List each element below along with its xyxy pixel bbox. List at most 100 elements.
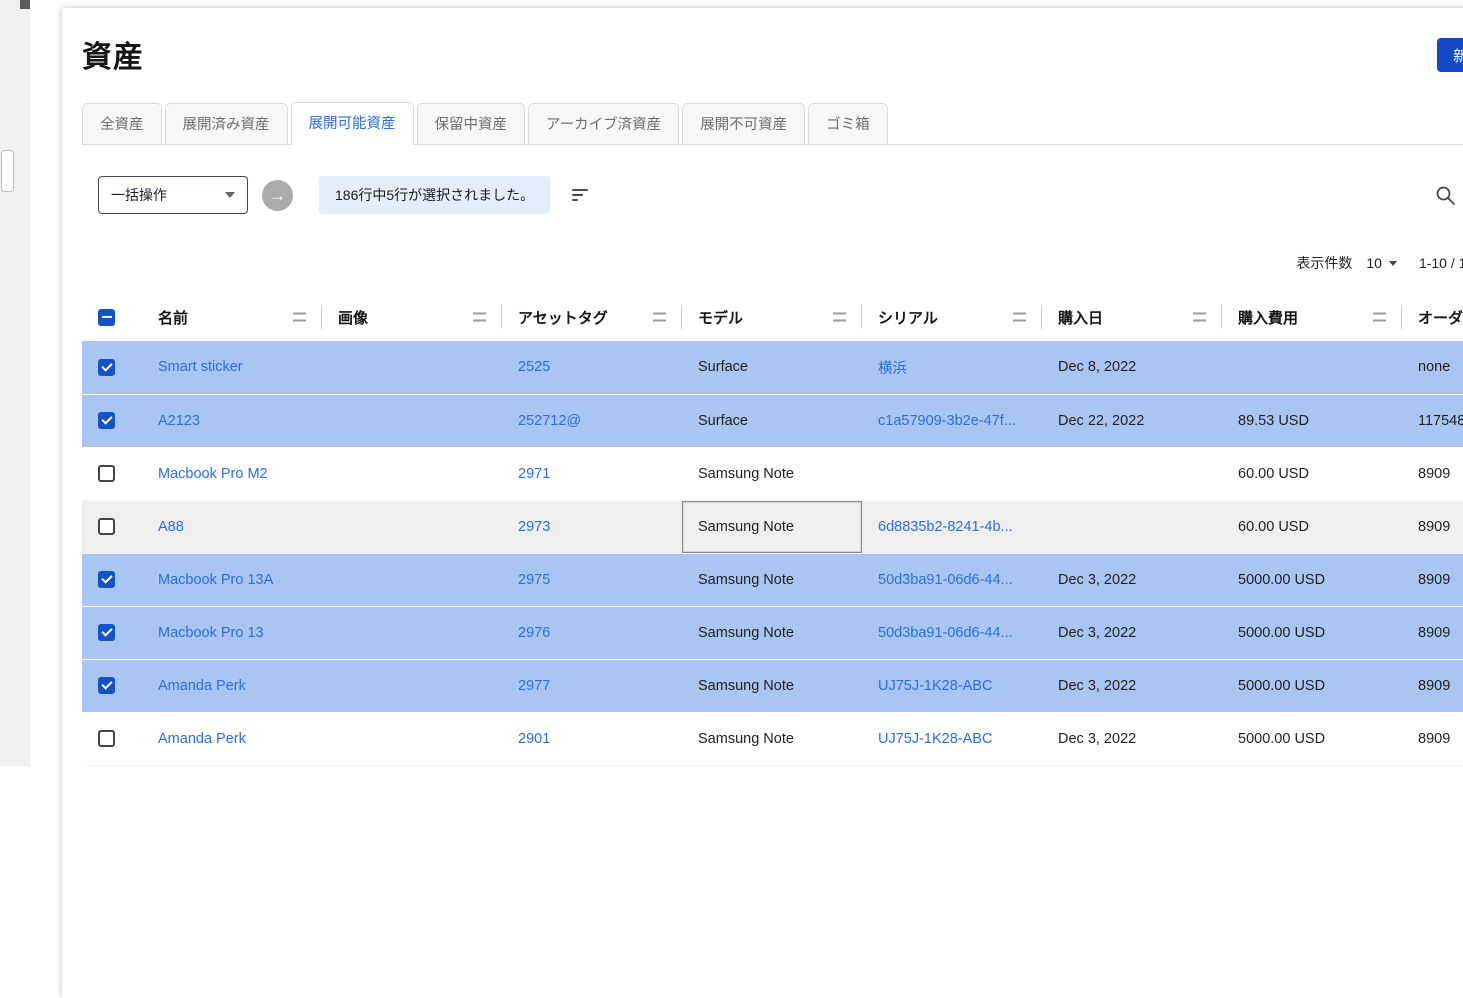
bulk-actions-label: 一括操作	[111, 185, 167, 205]
left-scrollbar-rail[interactable]	[0, 0, 30, 766]
cell-purchase-date: Dec 3, 2022	[1042, 659, 1222, 712]
cell-model: Samsung Note	[682, 606, 862, 659]
tab-1[interactable]: 展開済み資産	[165, 103, 288, 144]
row-checkbox[interactable]	[98, 465, 115, 482]
asset-name-link[interactable]: Smart sticker	[158, 359, 243, 375]
cell-serial	[862, 447, 1042, 500]
tab-6[interactable]: ゴミ箱	[808, 103, 888, 144]
cell-name: Macbook Pro M2	[142, 447, 322, 500]
asset-name-link[interactable]: Macbook Pro 13	[158, 625, 264, 641]
row-checkbox[interactable]	[98, 624, 115, 641]
table-row: Macbook Pro 13A2975Samsung Note50d3ba91-…	[82, 553, 1463, 606]
page-title: 資産	[82, 32, 1463, 76]
cell-purchase-date: Dec 3, 2022	[1042, 712, 1222, 765]
row-checkbox[interactable]	[98, 518, 115, 535]
asset-tag-link[interactable]: 2977	[518, 678, 550, 694]
cell-purchase-date: Dec 22, 2022	[1042, 394, 1222, 447]
tab-2[interactable]: 展開可能資産	[291, 102, 414, 145]
cell-purchase-cost: 89.53 USD	[1222, 394, 1402, 447]
cell-asset-tag: 2971	[502, 447, 682, 500]
cell-image	[322, 659, 502, 712]
row-checkbox[interactable]	[98, 730, 115, 747]
per-page-value: 10	[1366, 255, 1382, 271]
asset-tag-link[interactable]: 2975	[518, 572, 550, 588]
search-icon[interactable]	[1435, 185, 1456, 206]
filter-list-icon[interactable]	[572, 189, 588, 201]
scrollbar-thumb[interactable]	[1, 150, 14, 192]
select-all-checkbox[interactable]	[98, 309, 115, 326]
chevron-down-icon	[225, 192, 235, 198]
per-page-dropdown[interactable]: 10	[1366, 255, 1397, 271]
asset-name-link[interactable]: Macbook Pro M2	[158, 466, 268, 482]
cell-model: Samsung Note	[682, 659, 862, 712]
cell-serial: UJ75J-1K28-ABC	[862, 712, 1042, 765]
cell-purchase-cost: 5000.00 USD	[1222, 712, 1402, 765]
asset-name-link[interactable]: A88	[158, 519, 184, 535]
cell-name: Amanda Perk	[142, 659, 322, 712]
row-checkbox[interactable]	[98, 359, 115, 376]
assets-panel: 資産 新規 全資産展開済み資産展開可能資産保留中資産アーカイブ済資産展開不可資産…	[62, 8, 1463, 998]
row-checkbox[interactable]	[98, 571, 115, 588]
asset-tag-link[interactable]: 2976	[518, 625, 550, 641]
serial-link[interactable]: 50d3ba91-06d6-44...	[878, 572, 1013, 588]
cell-order-number: 8909	[1402, 447, 1463, 500]
bulk-actions-select[interactable]: 一括操作	[98, 176, 248, 214]
column-filter-icon[interactable]	[833, 313, 846, 322]
column-label: アセットタグ	[518, 310, 608, 327]
column-filter-icon[interactable]	[653, 313, 666, 322]
serial-link[interactable]: 6d8835b2-8241-4b...	[878, 519, 1013, 535]
asset-tag-link[interactable]: 2901	[518, 731, 550, 747]
asset-tag-link[interactable]: 252712@	[518, 413, 581, 429]
tab-5[interactable]: 展開不可資産	[682, 103, 805, 144]
row-checkbox-cell	[82, 553, 142, 606]
row-checkbox-cell	[82, 500, 142, 553]
column-label: 画像	[338, 310, 368, 327]
column-filter-icon[interactable]	[1013, 313, 1026, 322]
column-filter-icon[interactable]	[1373, 313, 1386, 322]
cell-name: Macbook Pro 13	[142, 606, 322, 659]
cell-serial: 50d3ba91-06d6-44...	[862, 606, 1042, 659]
column-filter-icon[interactable]	[1193, 313, 1206, 322]
tab-3[interactable]: 保留中資産	[417, 103, 526, 144]
cell-purchase-date: Dec 3, 2022	[1042, 606, 1222, 659]
cell-purchase-date: Dec 3, 2022	[1042, 553, 1222, 606]
cell-serial: 6d8835b2-8241-4b...	[862, 500, 1042, 553]
serial-link[interactable]: c1a57909-3b2e-47f...	[878, 413, 1016, 429]
column-label: オーダー	[1418, 310, 1463, 327]
column-filter-icon[interactable]	[473, 313, 486, 322]
column-header-2: アセットタグ	[502, 293, 682, 341]
cell-serial: c1a57909-3b2e-47f...	[862, 394, 1042, 447]
cell-image	[322, 553, 502, 606]
tab-4[interactable]: アーカイブ済資産	[528, 103, 679, 144]
row-checkbox-cell	[82, 659, 142, 712]
asset-tag-link[interactable]: 2973	[518, 519, 550, 535]
cell-order-number: 8909	[1402, 712, 1463, 765]
serial-link[interactable]: UJ75J-1K28-ABC	[878, 731, 992, 747]
asset-name-link[interactable]: Amanda Perk	[158, 678, 246, 694]
asset-name-link[interactable]: Macbook Pro 13A	[158, 572, 273, 588]
cell-serial: 50d3ba91-06d6-44...	[862, 553, 1042, 606]
cell-model: Samsung Note	[682, 500, 862, 553]
row-checkbox[interactable]	[98, 412, 115, 429]
column-label: 購入費用	[1238, 310, 1298, 327]
column-header-7: オーダー	[1402, 293, 1463, 341]
new-asset-button[interactable]: 新規	[1437, 38, 1463, 72]
asset-name-link[interactable]: A2123	[158, 413, 200, 429]
table-row: Macbook Pro 13 2976 Samsung Note 50d3ba91-0…	[82, 606, 1463, 659]
asset-status-tabs: 全資産展開済み資産展開可能資産保留中資産アーカイブ済資産展開不可資産ゴミ箱	[82, 102, 1463, 145]
bulk-go-button[interactable]: →	[262, 180, 293, 211]
cell-model: Samsung Note	[682, 447, 862, 500]
table-row: Amanda Perk 2977 Samsung Note UJ75J-1K28-AB…	[82, 659, 1463, 712]
cell-purchase-cost: 5000.00 USD	[1222, 606, 1402, 659]
column-filter-icon[interactable]	[293, 313, 306, 322]
cell-name: A88	[142, 500, 322, 553]
serial-link[interactable]: 横浜	[878, 361, 907, 377]
asset-tag-link[interactable]: 2971	[518, 466, 550, 482]
asset-name-link[interactable]: Amanda Perk	[158, 731, 246, 747]
tab-0[interactable]: 全資産	[82, 103, 162, 144]
cell-purchase-date	[1042, 447, 1222, 500]
serial-link[interactable]: 50d3ba91-06d6-44...	[878, 625, 1013, 641]
asset-tag-link[interactable]: 2525	[518, 359, 550, 375]
serial-link[interactable]: UJ75J-1K28-ABC	[878, 678, 992, 694]
row-checkbox[interactable]	[98, 677, 115, 694]
